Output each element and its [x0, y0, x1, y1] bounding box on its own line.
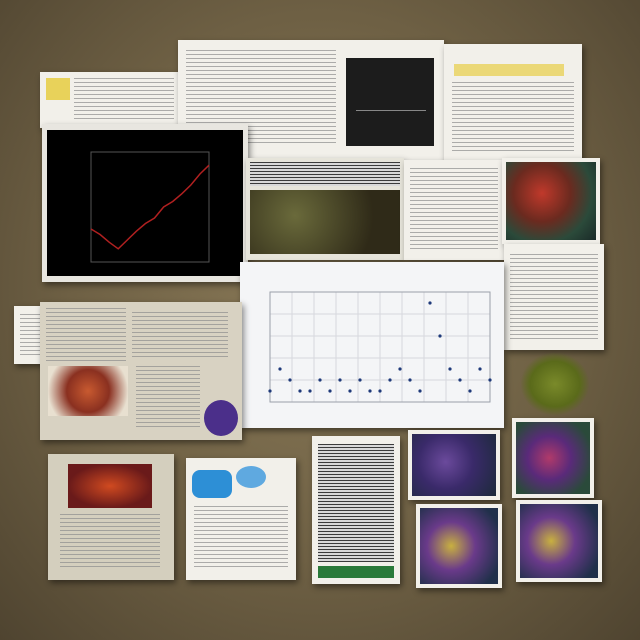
right-notes — [404, 160, 504, 260]
scatter-point — [438, 334, 442, 338]
scatter-chart-background — [240, 262, 504, 428]
bottom-doc-blue — [186, 458, 296, 580]
scatter-point — [288, 378, 292, 382]
bottom-photo-1 — [48, 454, 174, 580]
scatter-point — [418, 389, 422, 393]
scatter-point — [488, 378, 492, 382]
top-left-doc — [40, 72, 180, 128]
bottom-photo-purple-1 — [408, 430, 500, 500]
scatter-point — [448, 367, 452, 371]
scatter-chart — [240, 262, 504, 428]
scatter-point — [408, 378, 412, 382]
scatter-point — [458, 378, 462, 382]
black-chart-panel — [42, 124, 248, 282]
scatter-point — [328, 389, 332, 393]
collage-left — [40, 302, 242, 440]
bottom-photo-right-2 — [516, 500, 602, 582]
plant-decoration — [520, 352, 590, 416]
flower-photo — [502, 158, 600, 244]
bottom-photo-right-1 — [512, 418, 594, 498]
scatter-point — [388, 378, 392, 382]
scatter-point — [308, 389, 312, 393]
scatter-point — [278, 367, 282, 371]
scatter-point — [478, 367, 482, 371]
far-right-notes — [504, 244, 604, 350]
scatter-point — [268, 389, 272, 393]
scatter-point — [468, 389, 472, 393]
corkboard — [0, 0, 640, 640]
scatter-point — [398, 367, 402, 371]
scatter-point — [298, 389, 302, 393]
scatter-point — [368, 389, 372, 393]
scatter-point — [428, 301, 432, 305]
line-chart — [47, 130, 243, 276]
bottom-server-photo — [312, 436, 400, 584]
scatter-point — [348, 389, 352, 393]
scatter-chart-panel — [240, 262, 504, 428]
scatter-point — [338, 378, 342, 382]
scatter-point — [318, 378, 322, 382]
top-right-doc — [444, 44, 582, 164]
bottom-photo-purple-2 — [416, 504, 502, 588]
scatter-point — [378, 389, 382, 393]
beetle-photo-strip — [246, 158, 404, 260]
scatter-point — [358, 378, 362, 382]
